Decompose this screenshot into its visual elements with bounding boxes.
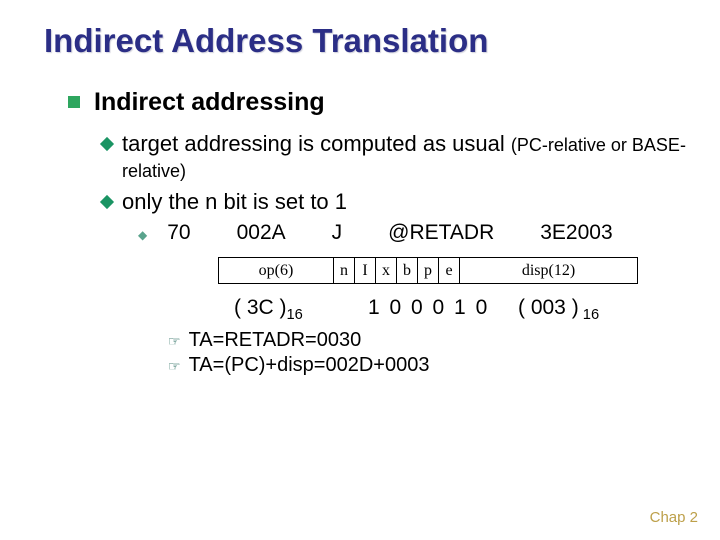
bullet-level2-only: only the n bit is set to 1 [102,189,720,215]
line-number: 70 [167,221,190,245]
decode-op-sub: 16 [287,307,303,323]
bullet-level2-target: target addressing is computed as usual (… [102,131,720,183]
slide-title: Indirect Address Translation [0,0,720,60]
ta-equation-2: TA=(PC)+disp=002D+0003 [189,354,430,377]
object-code: 3E2003 [540,221,612,245]
cell-flag-n: n [334,258,355,284]
decode-op: ( 3C )16 [234,296,368,323]
cell-disp: disp(12) [460,258,638,284]
diamond-bullet-icon [100,137,114,151]
decode-disp-sub: 16 [579,307,599,323]
triangle-bullet-icon: ◆ [138,228,147,242]
address: 002A [237,221,286,245]
bullet-level1: Indirect addressing [68,88,720,117]
l2-target-main: target addressing is computed as usual [122,131,511,156]
cell-op: op(6) [219,258,334,284]
cell-flag-i: I [355,258,376,284]
cell-flag-b: b [397,258,418,284]
cell-flag-p: p [418,258,439,284]
pointer-icon: ☞ [168,358,181,375]
slide-body: Indirect addressing target addressing is… [0,60,720,377]
ta-line-1: ☞ TA=RETADR=0030 [168,329,720,352]
cell-flag-e: e [439,258,460,284]
l2-target-text: target addressing is computed as usual (… [122,131,720,183]
mnemonic: J [332,221,343,245]
pointer-icon: ☞ [168,333,181,350]
bullet-level3: ◆ 70 002A J @RETADR 3E2003 op(6) n I x b… [138,221,720,323]
cell-flag-x: x [376,258,397,284]
format-table: op(6) n I x b p e disp(12) [218,257,638,284]
slide-footer: Chap 2 [650,509,698,526]
l1-text: Indirect addressing [94,88,325,117]
operand: @RETADR [388,221,494,245]
decode-disp: ( 003 ) 16 [518,296,668,323]
decode-bits: 1 0 0 0 1 0 [368,296,518,323]
ta-line-2: ☞ TA=(PC)+disp=002D+0003 [168,354,720,377]
format-diagram: op(6) n I x b p e disp(12) [218,257,720,284]
l2-only-text: only the n bit is set to 1 [122,189,347,215]
decode-row: ( 3C )16 1 0 0 0 1 0 ( 003 ) 16 [234,296,720,323]
instruction-row: 70 002A J @RETADR 3E2003 [167,221,612,245]
diamond-bullet-icon [100,195,114,209]
square-bullet-icon [68,96,80,108]
bullet-level4-group: ☞ TA=RETADR=0030 ☞ TA=(PC)+disp=002D+000… [168,329,720,377]
ta-equation-1: TA=RETADR=0030 [189,329,362,352]
decode-disp-hex: ( 003 ) [518,296,579,319]
decode-op-hex: ( 3C ) [234,296,287,319]
